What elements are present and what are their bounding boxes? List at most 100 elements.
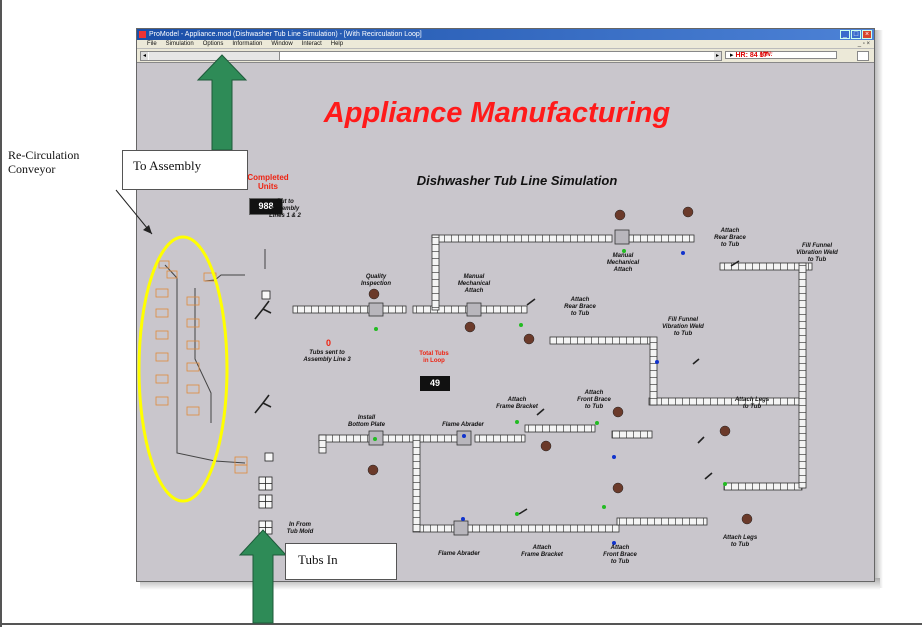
- label-quality-inspection: Quality Inspection: [351, 274, 401, 288]
- page-frame-bottom: [0, 623, 922, 625]
- label-line: to Tub: [610, 559, 630, 565]
- loop-label: Total Tubs in Loop: [409, 351, 459, 365]
- status-dots: [373, 249, 727, 545]
- label-attach-legs-bottom: Attach Legs to Tub: [715, 535, 765, 549]
- label-line: Vibration Weld: [796, 250, 838, 256]
- label-line: Inspection: [360, 281, 391, 287]
- menu-information[interactable]: Information: [232, 40, 262, 48]
- label-attach-rear-brace-top: Attach Rear Brace to Tub: [705, 228, 755, 249]
- label-line: Front Brace: [603, 552, 637, 558]
- minimize-icon[interactable]: _: [840, 30, 850, 39]
- station-boxes: [368, 229, 630, 536]
- label-out-to-assembly: Out to Assembly Lines 1 & 2: [255, 199, 315, 220]
- label-line: Bottom Plate: [347, 422, 385, 428]
- label-line: Manual: [463, 274, 485, 280]
- tubs-in-callout: Tubs In: [285, 543, 397, 580]
- label-line: Attach: [720, 228, 740, 234]
- slider-right-icon[interactable]: ▸: [714, 52, 721, 60]
- sim-toolbar: ◂ ▸ ▸ HR: 84 MIN: 17: [137, 49, 874, 63]
- mdi-controls[interactable]: _ ▫ ×: [858, 40, 870, 49]
- label-line: Attach: [464, 288, 484, 294]
- window-controls: _ □ ×: [840, 30, 872, 39]
- recirc-annotation-line2: Conveyor: [8, 162, 56, 176]
- label-line: Frame Bracket: [521, 552, 563, 558]
- simulation-canvas: Appliance Manufacturing Dishwasher Tub L…: [137, 63, 874, 581]
- label-attach-frame-bracket-mid: Attach Frame Bracket: [487, 397, 547, 411]
- label-line: Assembly: [270, 206, 300, 212]
- sent-counter: 0: [326, 338, 332, 348]
- menu-options[interactable]: Options: [203, 40, 224, 48]
- label-line: Tub Mold: [286, 529, 314, 535]
- label-manual-mech-right: Manual Mechanical Attach: [598, 253, 648, 274]
- label-line: Rear Brace: [714, 235, 746, 241]
- menu-interact[interactable]: Interact: [302, 40, 322, 48]
- label-line: Attach Legs: [722, 535, 758, 541]
- window-title: ProModel - Appliance.mod (Dishwasher Tub…: [149, 31, 422, 38]
- recirc-annotation: Re-Circulation Conveyor: [8, 148, 79, 176]
- label-line: Flame Abrader: [442, 422, 484, 428]
- label-fill-funnel-mid: Fill Funnel Vibration Weld to Tub: [653, 317, 713, 338]
- close-icon[interactable]: ×: [862, 30, 872, 39]
- worker-icons: [367, 206, 753, 525]
- label-attach-front-brace-bottom: Attach Front Brace to Tub: [595, 545, 645, 566]
- menu-bar: File Simulation Options Information Wind…: [137, 40, 874, 49]
- maximize-icon[interactable]: □: [851, 30, 861, 39]
- display-subtitle: Dishwasher Tub Line Simulation: [416, 173, 618, 188]
- label-line: Fill Funnel: [668, 317, 698, 323]
- clock-min-label: MIN:: [759, 52, 773, 58]
- label-in-from-tub-mold: In From Tub Mold: [275, 522, 325, 536]
- label-flame-abrader-mid: Flame Abrader: [433, 422, 493, 429]
- label-line: to Tub: [584, 404, 604, 410]
- menu-simulation[interactable]: Simulation: [166, 40, 194, 48]
- recirculation-conveyor: [155, 260, 248, 474]
- loop-label-line2: in Loop: [423, 358, 445, 364]
- label-line: to Tub: [730, 542, 750, 548]
- label-fill-funnel-top: Fill Funnel Vibration Weld to Tub: [787, 243, 847, 264]
- label-line: to Tub: [807, 257, 827, 263]
- recirc-highlight: [137, 235, 229, 503]
- label-line: Install: [357, 415, 376, 421]
- layout-diagram: [137, 206, 813, 545]
- label-line: to Tub: [742, 404, 762, 410]
- menu-window[interactable]: Window: [271, 40, 292, 48]
- label-attach-rear-brace-mid: Attach Rear Brace to Tub: [555, 297, 605, 318]
- display-title: Appliance Manufacturing: [323, 97, 671, 129]
- label-line: Assembly Line 3: [303, 357, 351, 363]
- label-line: to Tub: [673, 331, 693, 337]
- label-line: Attach Legs: [734, 397, 770, 403]
- title-bar[interactable]: ProModel - Appliance.mod (Dishwasher Tub…: [137, 29, 874, 40]
- speed-slider[interactable]: ◂ ▸: [140, 51, 722, 61]
- label-attach-front-brace-mid: Attach Front Brace to Tub: [569, 390, 619, 411]
- label-line: In From: [289, 522, 311, 528]
- clock-end-box: [857, 51, 869, 61]
- label-line: Quality: [365, 274, 387, 280]
- label-line: to Tub: [720, 242, 740, 248]
- recirc-annotation-line1: Re-Circulation: [8, 148, 80, 162]
- label-line: Tubs sent to: [309, 350, 345, 356]
- label-line: Mechanical: [606, 260, 640, 266]
- label-attach-frame-bracket-bottom: Attach Frame Bracket: [512, 545, 572, 559]
- label-line: Attach: [610, 545, 630, 551]
- loop-counter: 49: [420, 376, 450, 391]
- menu-help[interactable]: Help: [331, 40, 343, 48]
- label-tubs-sent: Tubs sent to Assembly Line 3: [287, 350, 367, 364]
- label-line: Flame Abrader: [438, 551, 480, 557]
- slider-left-icon[interactable]: ◂: [141, 52, 148, 60]
- label-attach-legs-mid: Attach Legs to Tub: [727, 397, 777, 411]
- menu-file[interactable]: File: [147, 40, 157, 48]
- label-line: Attach: [570, 297, 590, 303]
- label-line: Front Brace: [577, 397, 611, 403]
- app-window: ProModel - Appliance.mod (Dishwasher Tub…: [136, 28, 875, 582]
- label-line: Attach: [507, 397, 527, 403]
- app-icon: [139, 31, 146, 38]
- label-line: Attach: [584, 390, 604, 396]
- clock-hr-value: 84: [749, 52, 758, 59]
- label-line: Lines 1 & 2: [269, 213, 301, 219]
- label-line: Mechanical: [457, 281, 491, 287]
- slider-thumb[interactable]: [149, 52, 280, 60]
- robot-icons: [254, 260, 740, 515]
- label-line: Vibration Weld: [662, 324, 704, 330]
- label-line: to Tub: [570, 311, 590, 317]
- sim-clock: ▸ HR: 84 MIN: 17: [725, 51, 837, 59]
- label-manual-mech-top: Manual Mechanical Attach: [449, 274, 499, 295]
